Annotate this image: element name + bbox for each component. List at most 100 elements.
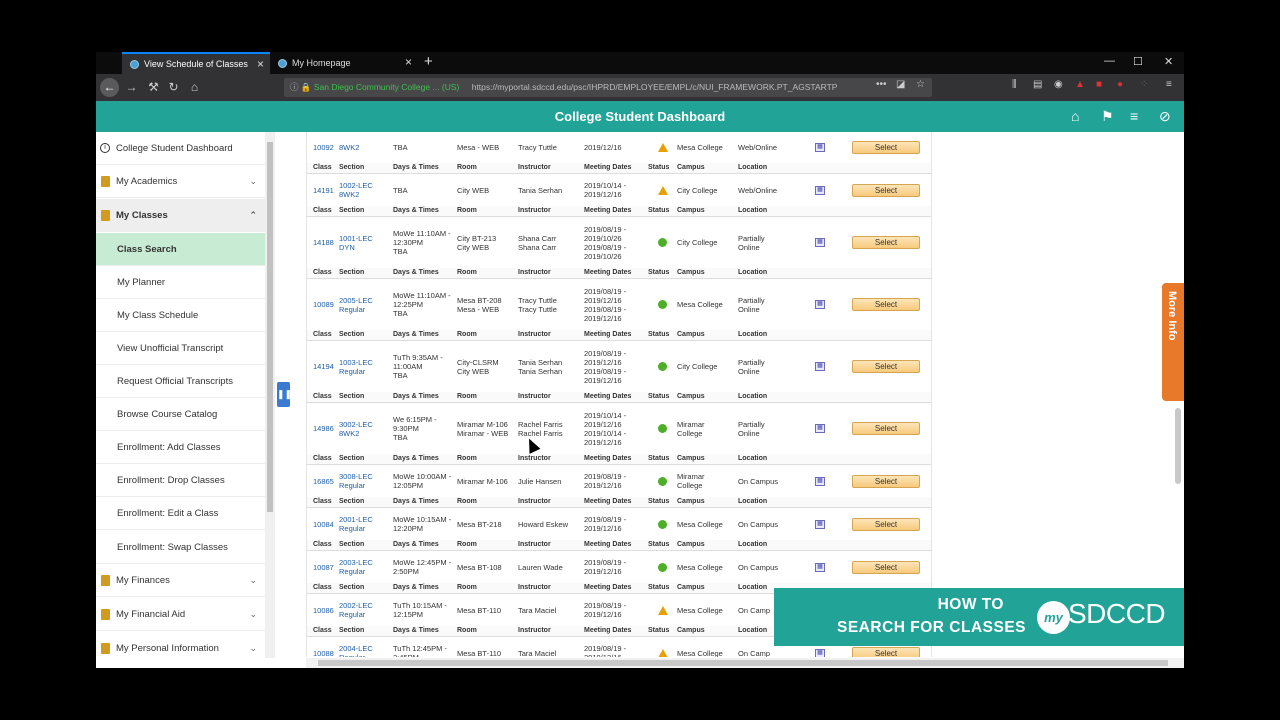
class-number-link[interactable]: 10089	[313, 300, 334, 309]
select-button[interactable]: Select	[852, 474, 920, 488]
maximize-button[interactable]: ☐	[1133, 55, 1143, 68]
page-actions-icon[interactable]: •••	[876, 79, 887, 90]
close-window-button[interactable]: ✕	[1164, 55, 1173, 68]
section-link[interactable]: 8WK2	[339, 143, 359, 152]
meeting-dates: 2019/10/14 - 2019/12/16 2019/10/14 - 201…	[584, 410, 627, 447]
class-number-link[interactable]: 10086	[313, 606, 334, 615]
select-button[interactable]: Select	[852, 646, 920, 657]
sidebar-item-my-personal-info[interactable]: My Personal Information ⌄	[96, 632, 265, 658]
sidebar-scrollbar[interactable]	[265, 132, 275, 658]
tab-view-schedule[interactable]: View Schedule of Classes ×	[122, 52, 270, 74]
section-link[interactable]: 1002-LEC 8WK2	[339, 181, 373, 199]
section-link[interactable]: 2002-LEC Regular	[339, 601, 373, 619]
tools-icon[interactable]: ⚒	[144, 78, 163, 97]
minimize-button[interactable]: —	[1104, 55, 1115, 67]
textbook-icon[interactable]: ▦	[815, 362, 825, 371]
collapse-sidebar-button[interactable]: ❚❚	[277, 382, 292, 407]
section-link[interactable]: 3008-LEC Regular	[339, 472, 373, 490]
sidebar-item-edit-class[interactable]: Enrollment: Edit a Class	[96, 497, 265, 530]
horizontal-scroll-thumb[interactable]	[318, 660, 1168, 666]
column-header-instructor: Instructor	[518, 498, 551, 505]
horizontal-scrollbar[interactable]	[306, 658, 1184, 668]
textbook-icon[interactable]: ▦	[815, 648, 825, 657]
status-open-icon	[658, 362, 667, 371]
class-number-link[interactable]: 14191	[313, 186, 334, 195]
class-number-link[interactable]: 14194	[313, 362, 334, 371]
sidebar-item-my-financial-aid[interactable]: My Financial Aid ⌄	[96, 598, 265, 631]
sidebar-item-drop-classes[interactable]: Enrollment: Drop Classes	[96, 464, 265, 497]
class-number-link[interactable]: 10088	[313, 649, 334, 658]
column-header-instructor: Instructor	[518, 207, 551, 214]
new-tab-button[interactable]: +	[424, 53, 433, 70]
select-button[interactable]: Select	[852, 183, 920, 197]
section-link[interactable]: 1001-LEC DYN	[339, 234, 373, 252]
sidebar-item-add-classes[interactable]: Enrollment: Add Classes	[96, 431, 265, 464]
textbook-icon[interactable]: ▦	[815, 300, 825, 309]
select-button[interactable]: Select	[852, 517, 920, 531]
sidebar-item-class-search[interactable]: Class Search	[96, 233, 265, 266]
tab-my-homepage[interactable]: My Homepage ×	[270, 52, 418, 74]
back-arrow-icon[interactable]: ←	[100, 78, 119, 97]
textbook-icon[interactable]: ▦	[815, 185, 825, 195]
class-number-link[interactable]: 10087	[313, 563, 334, 572]
more-info-tab[interactable]: More Info	[1162, 283, 1184, 401]
sidebar-item-my-classes[interactable]: My Classes ⌃	[96, 199, 265, 232]
sidebar-item-my-planner[interactable]: My Planner	[96, 266, 265, 299]
sidebar-item-my-class-schedule[interactable]: My Class Schedule	[96, 299, 265, 332]
sidebar-item-my-academics[interactable]: My Academics ⌄	[96, 165, 265, 198]
site-identity: San Diego Community College ... (US)	[313, 82, 460, 92]
folder-icon	[101, 209, 110, 221]
reload-icon[interactable]: ↻	[164, 78, 183, 97]
section-link[interactable]: 2004-LEC Regular	[339, 644, 373, 657]
select-button[interactable]: Select	[852, 360, 920, 373]
section-link[interactable]: 2005-LEC Regular	[339, 296, 373, 314]
textbook-icon[interactable]: ▦	[815, 143, 825, 152]
extension-icon[interactable]: ■	[1096, 79, 1102, 90]
home-icon[interactable]: ⌂	[1071, 108, 1079, 124]
close-tab-icon[interactable]: ×	[257, 57, 264, 71]
textbook-icon[interactable]: ▦	[815, 562, 825, 572]
notification-flag-icon[interactable]: ⚑	[1101, 108, 1114, 124]
bookmark-star-icon[interactable]: ☆	[916, 79, 925, 90]
select-button[interactable]: Select	[852, 298, 920, 311]
textbook-icon[interactable]: ▦	[815, 476, 825, 486]
pdf-extension-icon[interactable]: ▲	[1075, 79, 1085, 90]
main-scroll-thumb[interactable]	[1175, 408, 1181, 484]
section-link[interactable]: 2001-LEC Regular	[339, 515, 373, 533]
account-icon[interactable]: ◉	[1054, 79, 1063, 90]
select-button[interactable]: Select	[852, 141, 920, 154]
sidebar-item-swap-classes[interactable]: Enrollment: Swap Classes	[96, 531, 265, 564]
class-number-link[interactable]: 16865	[313, 477, 334, 486]
actions-menu-icon[interactable]: ≡	[1130, 108, 1138, 124]
class-number-link[interactable]: 10092	[313, 143, 334, 152]
class-number-link[interactable]: 14986	[313, 424, 334, 433]
menu-icon[interactable]: ≡	[1166, 79, 1172, 90]
textbook-icon[interactable]: ▦	[815, 519, 825, 529]
section-link[interactable]: 2003-LEC Regular	[339, 558, 373, 576]
navbar-compass-icon[interactable]: ⊘	[1159, 108, 1171, 124]
url-bar[interactable]: ⓘ 🔒 San Diego Community College ... (US)…	[284, 78, 932, 97]
section-link[interactable]: 3002-LEC 8WK2	[339, 420, 373, 438]
sidebar-toggle-icon[interactable]: ▤	[1033, 79, 1042, 90]
adblock-icon[interactable]: ●	[1117, 79, 1123, 90]
forward-arrow-icon[interactable]: →	[122, 78, 141, 97]
class-number-link[interactable]: 14188	[313, 238, 334, 247]
extension-grid-icon[interactable]: ⁘	[1140, 79, 1148, 90]
select-button[interactable]: Select	[852, 422, 920, 435]
textbook-icon[interactable]: ▦	[815, 424, 825, 433]
sidebar-item-my-finances[interactable]: My Finances ⌄	[96, 564, 265, 597]
select-button[interactable]: Select	[852, 236, 920, 249]
sidebar-item-official-transcripts[interactable]: Request Official Transcripts	[96, 365, 265, 398]
close-tab-icon[interactable]: ×	[405, 55, 412, 69]
select-button[interactable]: Select	[852, 560, 920, 574]
sidebar-item-unofficial-transcript[interactable]: View Unofficial Transcript	[96, 332, 265, 365]
section-link[interactable]: 1003-LEC Regular	[339, 358, 373, 376]
library-icon[interactable]: ⫼	[1012, 79, 1017, 90]
sidebar-item-course-catalog[interactable]: Browse Course Catalog	[96, 398, 265, 431]
class-number-link[interactable]: 10084	[313, 520, 334, 529]
pocket-icon[interactable]: ◪	[896, 79, 905, 90]
textbook-icon[interactable]: ▦	[815, 238, 825, 247]
sidebar-item-dashboard[interactable]: i College Student Dashboard	[96, 132, 265, 165]
home-icon[interactable]: ⌂	[185, 78, 204, 97]
sidebar-scroll-thumb[interactable]	[267, 142, 273, 512]
